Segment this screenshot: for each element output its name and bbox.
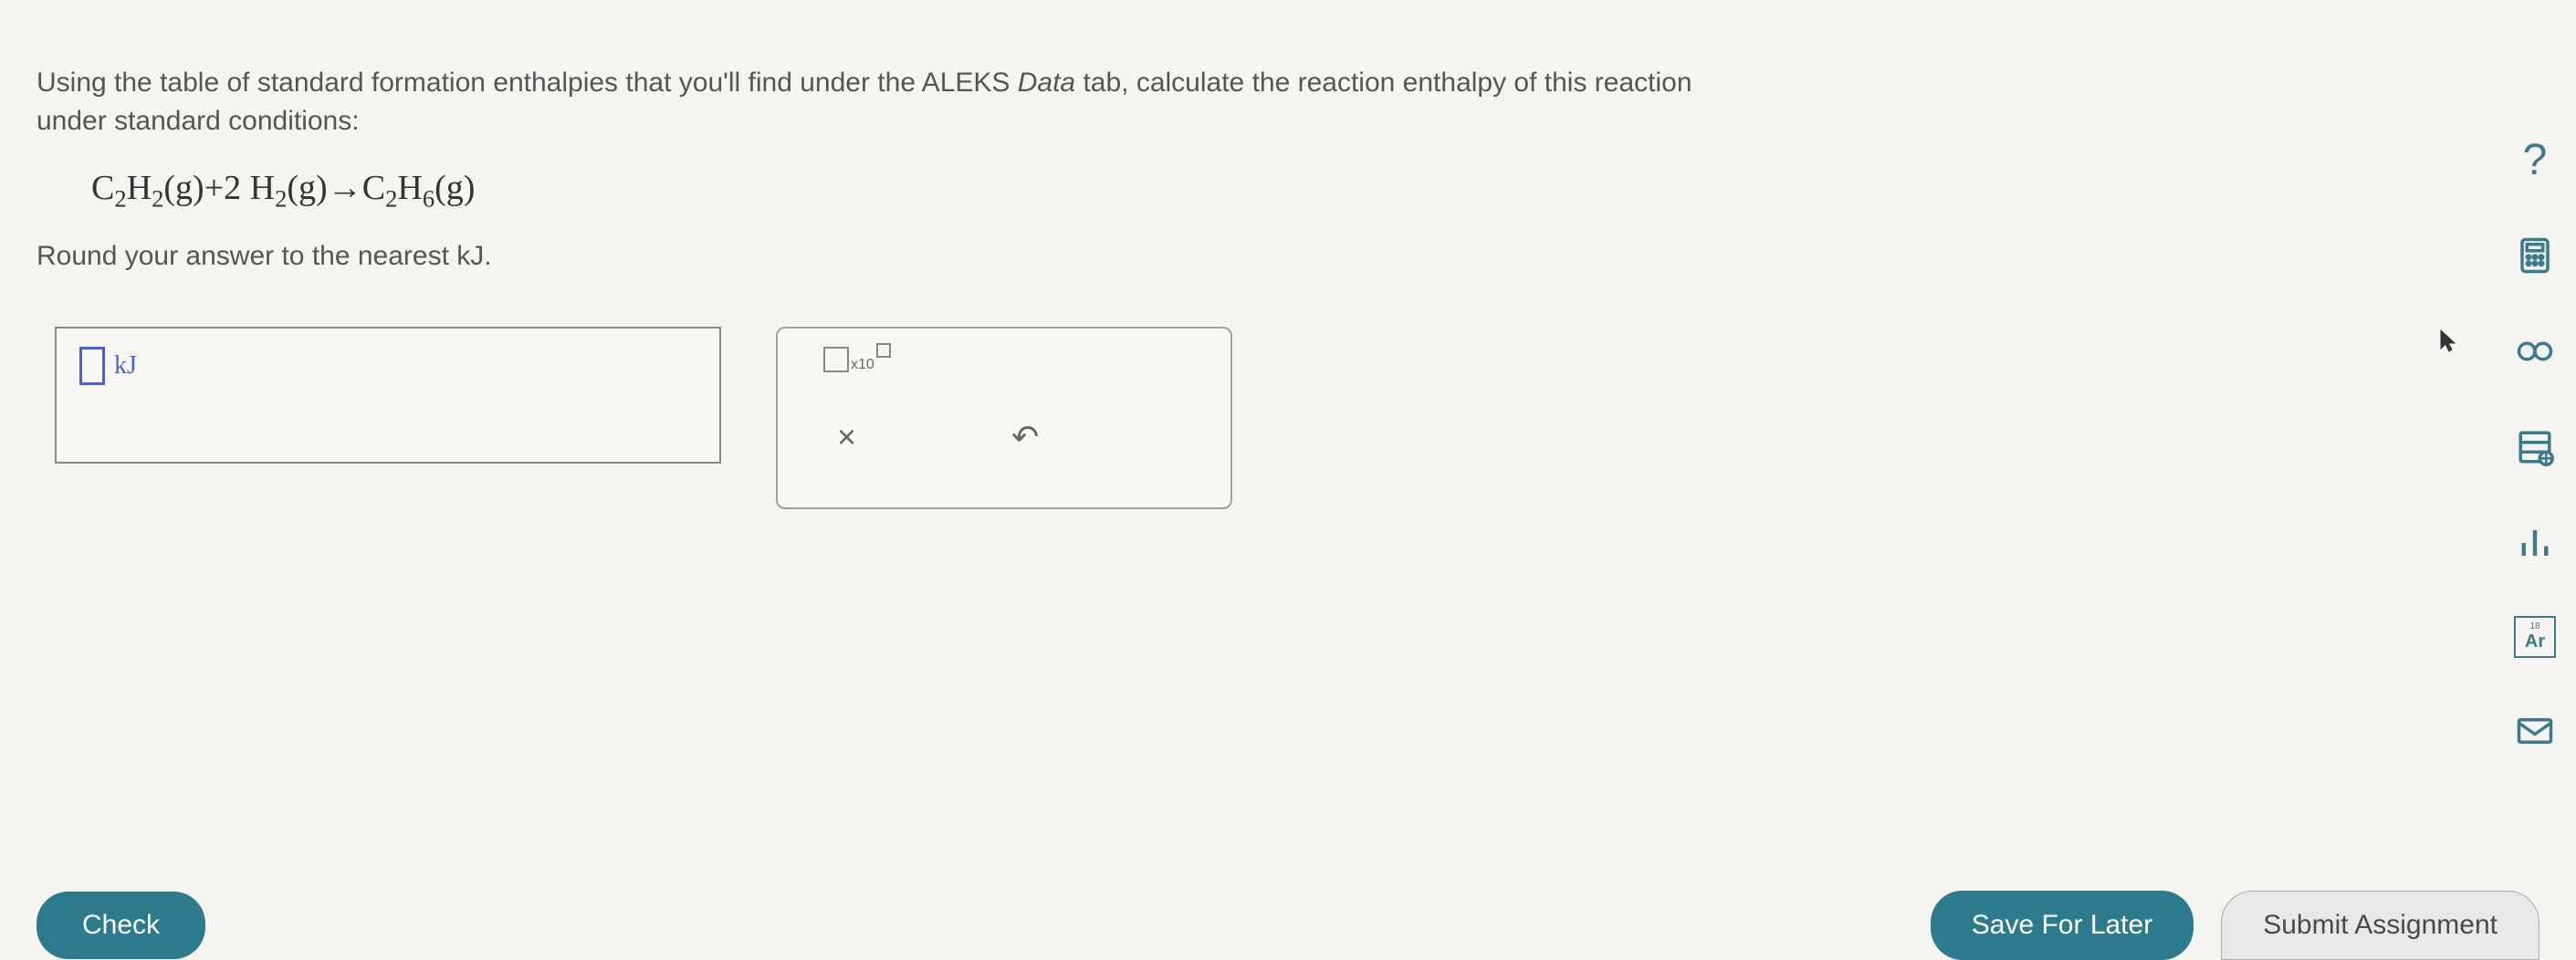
undo-icon[interactable]: ↶ [1011,418,1039,456]
mail-icon[interactable] [2512,708,2558,754]
rounding-instruction: Round your answer to the nearest kJ. [37,241,2539,272]
element-number: 18 [2529,621,2539,631]
periodic-table-icon[interactable]: 18 Ar [2514,616,2556,658]
sci-x10-label: x10 [851,357,874,373]
element-symbol: Ar [2525,631,2545,652]
question-text: Using the table of standard formation en… [37,64,2539,141]
answer-input-box[interactable]: kJ [55,327,721,464]
numeric-input[interactable] [79,347,105,385]
cursor-icon [2439,329,2457,360]
unit-label: kJ [114,351,137,381]
sci-exponent-box [876,343,891,358]
clear-icon[interactable]: × [837,418,856,456]
scientific-notation-button[interactable]: x10 [823,347,1212,372]
question-area: Using the table of standard formation en… [0,0,2576,509]
tools-panel: x10 × ↶ [776,327,1232,509]
check-button[interactable]: Check [37,892,205,959]
infinity-icon[interactable] [2512,329,2558,374]
chemical-equation: C2H2(g)+2 H2(g)→C2H6(g) [91,168,2539,214]
bar-chart-icon[interactable] [2512,520,2558,566]
sci-base-box [823,347,849,372]
footer-bar: Check Save For Later Submit Assignment [0,872,2576,960]
sidebar-tools: ? 1 [2512,137,2558,754]
calculator-icon[interactable] [2512,233,2558,278]
submit-button[interactable]: Submit Assignment [2221,891,2539,960]
data-table-icon[interactable] [2512,424,2558,470]
help-icon[interactable]: ? [2512,137,2558,183]
save-button[interactable]: Save For Later [1931,891,2194,960]
